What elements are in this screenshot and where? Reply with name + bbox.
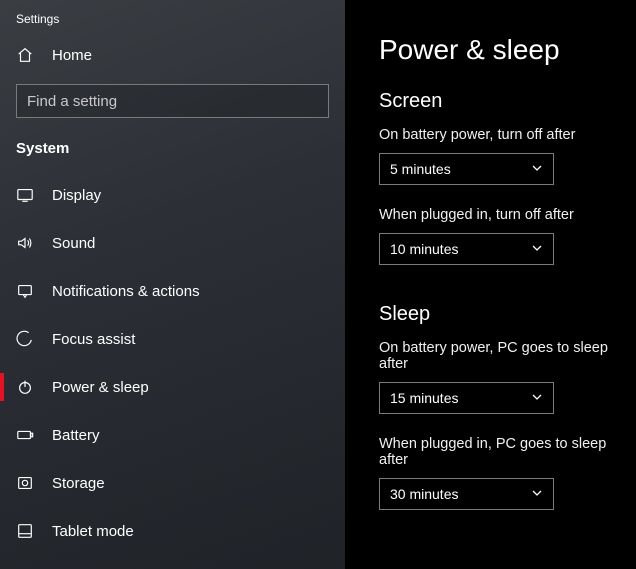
nav-item-label: Tablet mode	[52, 523, 134, 540]
category-heading: System	[0, 140, 345, 171]
section-screen: Screen On battery power, turn off after …	[379, 90, 636, 265]
chevron-down-icon	[531, 486, 543, 502]
dropdown-value: 30 minutes	[390, 486, 458, 502]
section-sleep: Sleep On battery power, PC goes to sleep…	[379, 303, 636, 510]
home-icon	[16, 46, 34, 64]
dropdown-value: 10 minutes	[390, 241, 458, 257]
dropdown-screen-plugged[interactable]: 10 minutes	[379, 233, 554, 265]
dropdown-value: 5 minutes	[390, 161, 451, 177]
storage-icon	[16, 474, 34, 492]
chevron-down-icon	[531, 390, 543, 406]
field-label: On battery power, turn off after	[379, 127, 636, 143]
nav-item-display[interactable]: Display	[0, 171, 345, 219]
field-sleep-battery: On battery power, PC goes to sleep after…	[379, 340, 636, 414]
nav-item-label: Power & sleep	[52, 379, 149, 396]
dropdown-sleep-battery[interactable]: 15 minutes	[379, 382, 554, 414]
nav-item-power-sleep[interactable]: Power & sleep	[0, 363, 345, 411]
sound-icon	[16, 234, 34, 252]
content-pane: Power & sleep Screen On battery power, t…	[345, 0, 636, 569]
nav-home[interactable]: Home	[0, 36, 345, 78]
field-label: On battery power, PC goes to sleep after	[379, 340, 636, 372]
field-screen-plugged: When plugged in, turn off after 10 minut…	[379, 207, 636, 265]
battery-icon	[16, 426, 34, 444]
nav-item-focus-assist[interactable]: Focus assist	[0, 315, 345, 363]
nav-item-label: Focus assist	[52, 331, 135, 348]
nav-home-label: Home	[52, 47, 92, 64]
app-title: Settings	[0, 12, 345, 36]
field-label: When plugged in, turn off after	[379, 207, 636, 223]
section-heading: Sleep	[379, 303, 636, 326]
field-label: When plugged in, PC goes to sleep after	[379, 436, 636, 468]
nav-item-label: Sound	[52, 235, 95, 252]
section-heading: Screen	[379, 90, 636, 113]
power-icon	[16, 378, 34, 396]
display-icon	[16, 186, 34, 204]
dropdown-sleep-plugged[interactable]: 30 minutes	[379, 478, 554, 510]
nav-item-tablet-mode[interactable]: Tablet mode	[0, 507, 345, 555]
field-sleep-plugged: When plugged in, PC goes to sleep after …	[379, 436, 636, 510]
nav-item-label: Storage	[52, 475, 105, 492]
nav-item-sound[interactable]: Sound	[0, 219, 345, 267]
nav-item-label: Notifications & actions	[52, 283, 200, 300]
page-title: Power & sleep	[379, 34, 636, 66]
dropdown-value: 15 minutes	[390, 390, 458, 406]
chevron-down-icon	[531, 241, 543, 257]
settings-sidebar: Settings Home System Display Sound Notif…	[0, 0, 345, 569]
search-box[interactable]	[16, 84, 329, 118]
nav-item-battery[interactable]: Battery	[0, 411, 345, 459]
nav-item-storage[interactable]: Storage	[0, 459, 345, 507]
nav-item-notifications[interactable]: Notifications & actions	[0, 267, 345, 315]
dropdown-screen-battery[interactable]: 5 minutes	[379, 153, 554, 185]
notifications-icon	[16, 282, 34, 300]
nav-item-label: Battery	[52, 427, 100, 444]
search-input[interactable]	[27, 93, 318, 110]
focus-assist-icon	[16, 330, 34, 348]
field-screen-battery: On battery power, turn off after 5 minut…	[379, 127, 636, 185]
chevron-down-icon	[531, 161, 543, 177]
nav-item-label: Display	[52, 187, 101, 204]
tablet-icon	[16, 522, 34, 540]
